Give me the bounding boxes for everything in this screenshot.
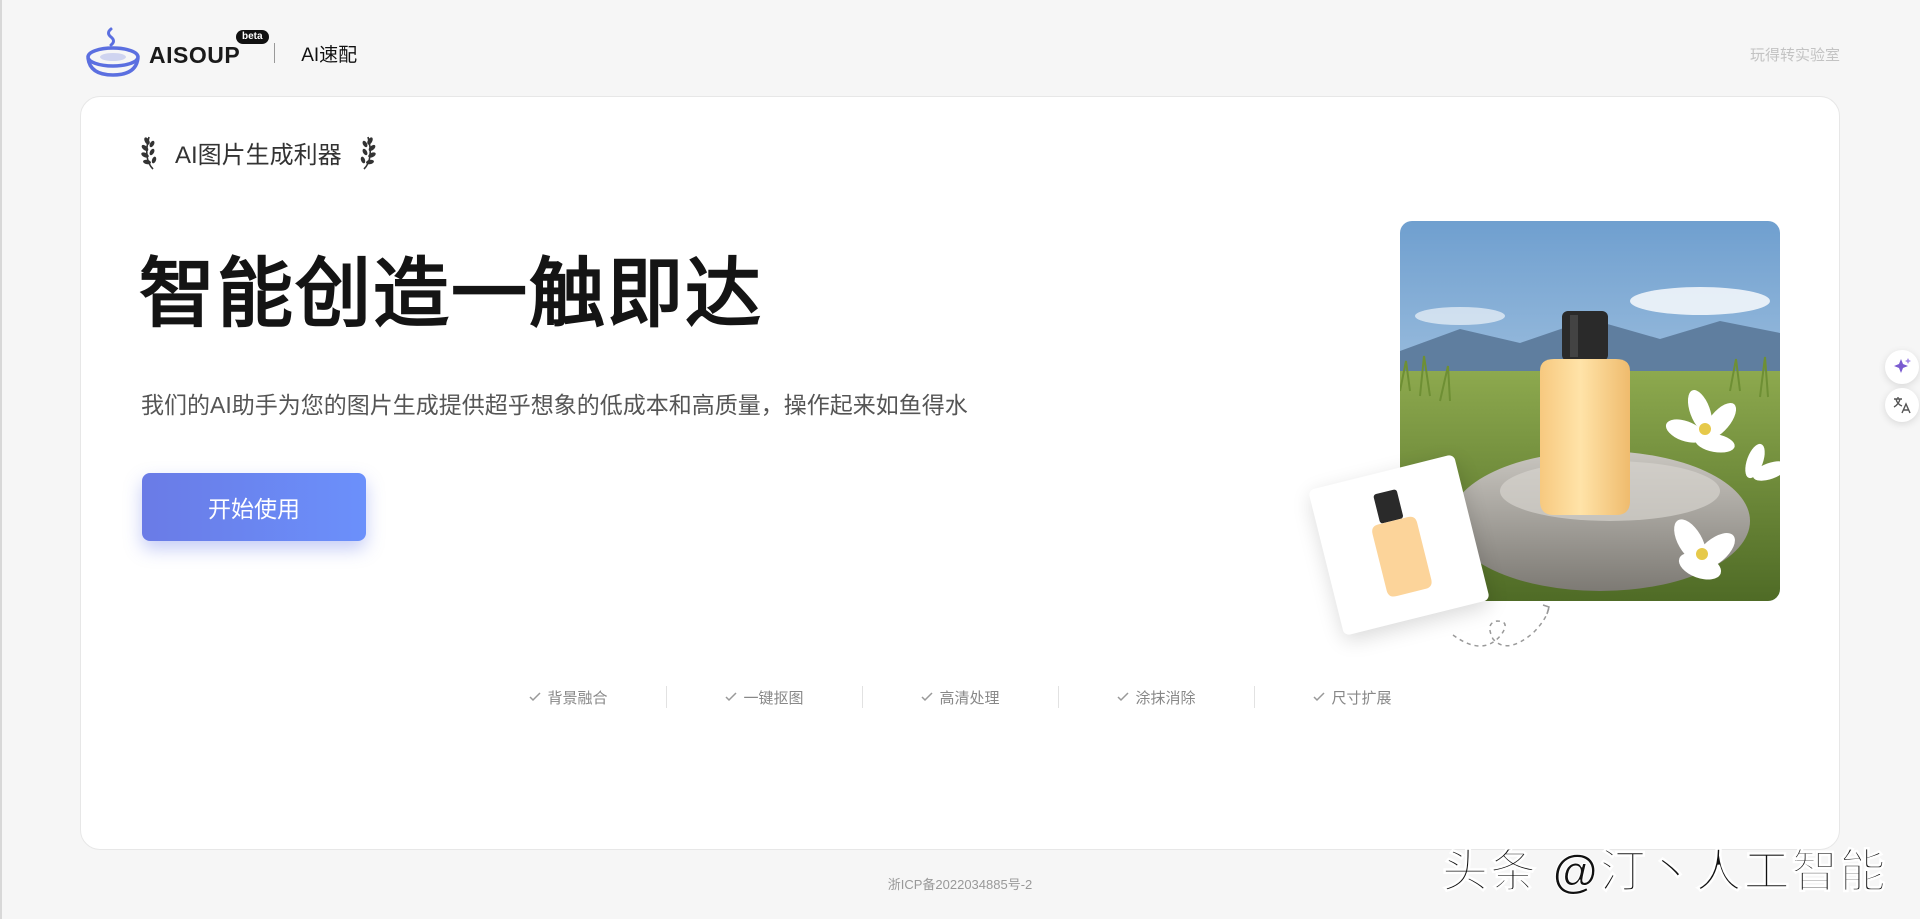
start-button[interactable]: 开始使用 <box>142 473 366 541</box>
watermark-text: 头条 @汀丶人工智能 <box>1442 845 1888 898</box>
translate-button[interactable] <box>1885 388 1919 422</box>
lab-link[interactable]: 玩得转实验室 <box>1750 44 1840 65</box>
tagline: AI图片生成利器 <box>139 133 378 171</box>
sparkle-icon <box>1894 358 1911 373</box>
feature-label: 背景融合 <box>547 689 608 707</box>
tagline-text: AI图片生成利器 <box>175 141 342 169</box>
laurel-right-icon <box>360 136 376 170</box>
feature-list: 背景融合 一键抠图 高清处理 涂抹消除 尺寸扩展 <box>0 686 1920 708</box>
brand-name[interactable]: AISOUP <box>149 42 240 69</box>
feature-label: 涂抹消除 <box>1135 689 1196 707</box>
hero-card: AI图片生成利器 智能创造一触即达 我们的AI助手为您的图片生成提供超乎想象的低… <box>80 96 1840 850</box>
check-icon <box>725 692 738 702</box>
header-subtitle[interactable]: AI速配 <box>301 40 357 67</box>
header-divider <box>274 43 276 63</box>
hero-description: 我们的AI助手为您的图片生成提供超乎想象的低成本和高质量，操作起来如鱼得水 <box>141 392 968 418</box>
window-left-edge <box>0 0 2 919</box>
feature-label: 高清处理 <box>939 689 1000 707</box>
translate-icon <box>1893 397 1911 414</box>
feature-label: 尺寸扩展 <box>1331 689 1392 707</box>
check-icon <box>529 692 542 702</box>
feature-item: 高清处理 <box>863 687 1058 708</box>
feature-item: 一键抠图 <box>667 687 862 708</box>
dashed-arrow-icon <box>1452 604 1550 647</box>
hero-title: 智能创造一触即达 <box>139 252 763 337</box>
site-header: AISOUP beta AI速配 <box>85 25 357 77</box>
feature-item: 尺寸扩展 <box>1255 687 1450 708</box>
check-icon <box>921 692 934 702</box>
feature-item: 背景融合 <box>471 687 666 708</box>
feature-label: 一键抠图 <box>743 689 804 707</box>
check-icon <box>1313 692 1326 702</box>
feature-item: 涂抹消除 <box>1059 687 1254 708</box>
laurel-left-icon <box>141 136 157 170</box>
beta-badge: beta <box>236 30 269 44</box>
check-icon <box>1117 692 1130 702</box>
ai-magic-button[interactable] <box>1885 350 1919 384</box>
soup-bowl-logo-icon[interactable] <box>85 25 141 77</box>
